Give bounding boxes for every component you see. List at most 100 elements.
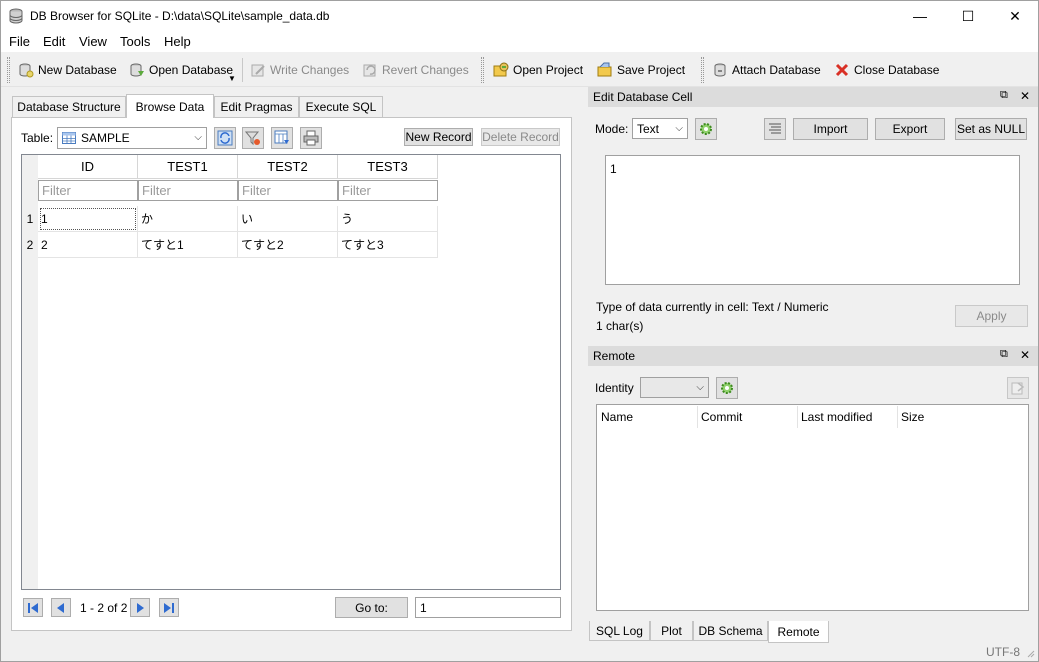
apply-label: Apply — [976, 309, 1007, 323]
tab-database-structure[interactable]: Database Structure — [12, 96, 126, 117]
toolbar-grip[interactable] — [481, 57, 484, 83]
arrow-right-icon — [135, 602, 145, 613]
write-changes-label: Write Changes — [270, 63, 350, 77]
column-header-test2[interactable]: TEST2 — [238, 155, 338, 179]
table-cell[interactable]: か — [138, 206, 238, 232]
table-cell[interactable]: てすと2 — [238, 232, 338, 258]
write-changes-button[interactable]: Write Changes — [250, 58, 349, 82]
menu-edit[interactable]: Edit — [43, 34, 65, 49]
toolbar-grip[interactable] — [7, 57, 10, 83]
revert-changes-button[interactable]: Revert Changes — [362, 58, 469, 82]
close-dock-icon[interactable]: ✕ — [1020, 89, 1030, 103]
remote-column-last-modified[interactable]: Last modified — [801, 410, 872, 424]
menu-file[interactable]: File — [9, 34, 30, 49]
goto-button[interactable]: Go to: — [335, 597, 408, 618]
remote-column-commit[interactable]: Commit — [701, 410, 742, 424]
tab-plot[interactable]: Plot — [650, 621, 693, 641]
table-cell[interactable]: う — [338, 206, 438, 232]
edit-cell-title: Edit Database Cell — [593, 90, 693, 104]
goto-input[interactable]: 1 — [415, 597, 561, 618]
mode-select[interactable]: Text ⌵ — [632, 118, 688, 139]
apply-button[interactable]: Apply — [955, 305, 1028, 327]
filter-input-test2[interactable]: Filter — [238, 180, 338, 201]
menu-help[interactable]: Help — [164, 34, 191, 49]
column-header-id[interactable]: ID — [38, 155, 138, 179]
row-number[interactable]: 2 — [22, 232, 38, 258]
first-page-button[interactable] — [23, 598, 43, 617]
tab-db-schema[interactable]: DB Schema — [693, 621, 768, 641]
filter-input-test1[interactable]: Filter — [138, 180, 238, 201]
set-null-button[interactable]: Set as NULL — [955, 118, 1027, 140]
close-window-button[interactable]: ✕ — [992, 0, 1038, 32]
save-table-button[interactable] — [271, 127, 293, 149]
remote-dock-title: Remote — [588, 346, 1038, 366]
arrow-left-icon — [56, 602, 66, 613]
refresh-button[interactable] — [214, 127, 236, 149]
table-label: Table: — [21, 131, 54, 145]
previous-page-button[interactable] — [51, 598, 71, 617]
push-database-button[interactable] — [1007, 377, 1029, 399]
open-project-label: Open Project — [513, 63, 584, 77]
tab-browse-data[interactable]: Browse Data — [126, 94, 214, 118]
remote-column-name[interactable]: Name — [601, 410, 633, 424]
remote-file-list[interactable] — [596, 404, 1029, 611]
menu-view[interactable]: View — [79, 34, 107, 49]
table-select[interactable]: SAMPLE ⌵ — [57, 127, 207, 149]
tab-sql-log[interactable]: SQL Log — [589, 621, 650, 641]
table-cell[interactable]: 1 — [38, 206, 138, 232]
print-button[interactable] — [300, 127, 322, 149]
close-dock-icon[interactable]: ✕ — [1020, 348, 1030, 362]
close-database-button[interactable]: Close Database — [834, 58, 939, 82]
filter-input-test3[interactable]: Filter — [338, 180, 438, 201]
table-cell[interactable]: 2 — [38, 232, 138, 258]
close-database-label: Close Database — [854, 63, 940, 77]
open-database-button[interactable]: Open Database — [129, 58, 233, 82]
gear-icon — [719, 380, 735, 396]
minimize-button[interactable]: — — [897, 0, 943, 32]
next-page-button[interactable] — [130, 598, 150, 617]
edit-cell-dock-title: Edit Database Cell — [588, 87, 1038, 107]
open-database-icon — [129, 62, 145, 78]
clear-filters-button[interactable] — [242, 127, 264, 149]
identity-settings-button[interactable] — [716, 377, 738, 399]
auto-switch-mode-button[interactable] — [695, 118, 717, 140]
save-project-button[interactable]: Save Project — [597, 58, 685, 82]
maximize-button[interactable]: ☐ — [945, 0, 991, 32]
column-header-test3[interactable]: TEST3 — [338, 155, 438, 179]
table-cell[interactable]: てすと3 — [338, 232, 438, 258]
window-title: DB Browser for SQLite - D:\data\SQLite\s… — [30, 9, 330, 23]
import-button[interactable]: Import — [793, 118, 868, 140]
table-cell[interactable]: てすと1 — [138, 232, 238, 258]
mode-select-value: Text — [637, 121, 660, 136]
toolbar-grip[interactable] — [701, 57, 704, 83]
open-database-dropdown-icon[interactable]: ▼ — [228, 74, 236, 83]
open-project-button[interactable]: Open Project — [493, 58, 583, 82]
filter-input-id[interactable]: Filter — [38, 180, 138, 201]
cell-editor[interactable]: 1 — [605, 155, 1020, 285]
pagination-info: 1 - 2 of 2 — [80, 601, 128, 615]
menu-tools[interactable]: Tools — [120, 34, 150, 49]
delete-record-button[interactable]: Delete Record — [481, 128, 560, 146]
tab-edit-pragmas[interactable]: Edit Pragmas — [214, 96, 299, 117]
column-header-test1[interactable]: TEST1 — [138, 155, 238, 179]
word-wrap-button[interactable] — [764, 118, 786, 140]
export-button[interactable]: Export — [875, 118, 945, 140]
new-database-button[interactable]: New Database — [18, 58, 117, 82]
tab-remote[interactable]: Remote — [768, 621, 829, 643]
undock-icon[interactable]: ⧉ — [1000, 348, 1008, 361]
open-database-label: Open Database — [149, 63, 234, 77]
set-null-label: Set as NULL — [956, 122, 1026, 136]
chevron-down-icon: ⌵ — [675, 123, 683, 134]
identity-select[interactable]: ⌵ — [640, 377, 709, 398]
attach-database-label: Attach Database — [732, 63, 821, 77]
attach-database-button[interactable]: Attach Database — [712, 58, 821, 82]
resize-grip-icon[interactable] — [1025, 648, 1035, 658]
tab-execute-sql[interactable]: Execute SQL — [299, 96, 383, 117]
new-record-button[interactable]: New Record — [404, 128, 473, 146]
remote-column-size[interactable]: Size — [901, 410, 924, 424]
row-number[interactable]: 1 — [22, 206, 38, 232]
save-project-icon — [597, 62, 613, 78]
undock-icon[interactable]: ⧉ — [1000, 89, 1008, 102]
last-page-button[interactable] — [159, 598, 179, 617]
table-cell[interactable]: い — [238, 206, 338, 232]
